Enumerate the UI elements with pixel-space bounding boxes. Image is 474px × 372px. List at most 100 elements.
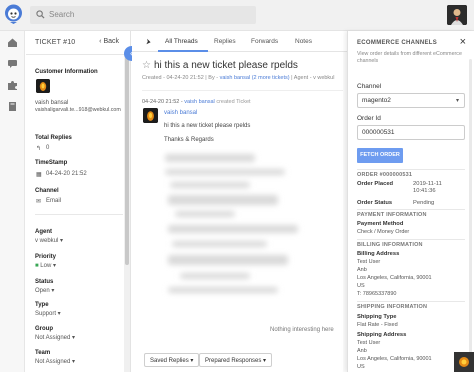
panel-title: ECOMMERCE CHANNELS: [357, 40, 438, 46]
close-icon[interactable]: ×: [460, 36, 466, 48]
payment-heading: PAYMENT INFORMATION: [357, 212, 427, 218]
order-id-input[interactable]: 000000531: [357, 125, 465, 140]
entry-signature: Thanks & Regards: [164, 137, 214, 143]
puzzle-icon[interactable]: [7, 80, 18, 91]
ticket-info-panel: TICKET #10 ‹ Back Customer Information v…: [26, 31, 131, 372]
status-label: Status: [35, 279, 54, 285]
ticket-panel-scrollbar[interactable]: [124, 55, 130, 372]
divider: [142, 90, 347, 91]
meta-more-tickets-link[interactable]: (2 more tickets): [252, 75, 290, 81]
order-placed-date: 2019-11-11: [413, 181, 442, 187]
saved-replies-label: Saved Replies: [150, 358, 189, 364]
shipping-line: US: [357, 364, 365, 370]
group-label: Group: [35, 326, 53, 332]
tab-forwards[interactable]: Forwards: [251, 38, 278, 45]
shipping-heading: SHIPPING INFORMATION: [357, 304, 428, 310]
status-select[interactable]: Open ▾: [35, 287, 54, 294]
total-replies-value: 0: [46, 145, 50, 151]
divider: [357, 169, 465, 170]
entry-message: hi this a new ticket please rpelds: [164, 123, 251, 129]
ticket-panel-header: TICKET #10 ‹ Back: [26, 31, 130, 55]
panel-scrollbar[interactable]: [469, 59, 472, 369]
entry-name[interactable]: vaish bansal: [164, 110, 197, 116]
group-value: Not Assigned: [35, 335, 71, 341]
type-label: Type: [35, 302, 49, 308]
meta-created: Created: [142, 75, 162, 81]
billing-address-label: Billing Address: [357, 251, 400, 257]
type-value: Support: [35, 311, 57, 317]
saved-replies-button[interactable]: Saved Replies ▾: [144, 353, 200, 367]
team-select[interactable]: Not Assigned ▾: [35, 358, 75, 365]
billing-line: Test User: [357, 259, 381, 265]
channel-value: Email: [46, 198, 62, 204]
type-select[interactable]: Support ▾: [35, 310, 61, 317]
payment-method-value: Check / Money Order: [357, 229, 410, 235]
shipping-type-value: Flat Rate - Fixed: [357, 322, 398, 328]
star-icon[interactable]: ☆: [142, 60, 151, 71]
shipping-line: Los Angeles, California, 90001: [357, 356, 432, 362]
priority-select[interactable]: ■ Low ▾: [35, 262, 56, 269]
blurred-content-image: [165, 154, 298, 293]
team-label: Team: [35, 350, 51, 356]
billing-line: T: 78965337890: [357, 291, 397, 297]
book-icon[interactable]: [7, 101, 18, 112]
tab-notes[interactable]: Notes: [295, 38, 312, 45]
timestamp-label: TimeStamp: [35, 160, 68, 166]
fetch-order-button[interactable]: FETCH ORDER: [357, 148, 403, 163]
chat-icon[interactable]: [7, 58, 18, 69]
status-value: Open: [35, 288, 50, 294]
user-avatar[interactable]: [447, 5, 467, 25]
back-button[interactable]: ‹ Back: [99, 38, 119, 45]
pin-icon[interactable]: [145, 38, 152, 45]
divider: [35, 214, 123, 215]
active-tab-indicator: [158, 50, 208, 52]
customer-avatar: [36, 79, 50, 93]
search-placeholder: Search: [49, 10, 75, 19]
tab-all-threads[interactable]: All Threads: [165, 38, 198, 45]
chevron-down-icon: ▾: [455, 98, 459, 104]
back-label: Back: [103, 38, 119, 45]
app-logo-icon[interactable]: [4, 3, 23, 25]
channel-label: Channel: [35, 188, 59, 194]
prepared-responses-label: Prepared Responses: [205, 358, 262, 364]
timestamp-value: 04-24-20 21:52: [46, 171, 87, 177]
order-placed-label: Order Placed: [357, 181, 394, 187]
group-select[interactable]: Not Assigned ▾: [35, 334, 75, 341]
shipping-line: Test User: [357, 340, 381, 346]
calendar-icon: ▦: [36, 172, 42, 178]
ticket-subject: ☆ hi this a new ticket please rpelds: [142, 60, 298, 71]
meta-by: By: [208, 75, 215, 81]
team-value: Not Assigned: [35, 359, 71, 365]
prepared-responses-button[interactable]: Prepared Responses ▾: [199, 353, 273, 367]
meta-date: 04-24-20 21:52: [166, 75, 204, 81]
scrollbar-thumb[interactable]: [125, 55, 129, 265]
search-input[interactable]: Search: [30, 6, 256, 24]
channel-select[interactable]: magento2 ▾: [357, 93, 465, 108]
agent-select[interactable]: v webkul ▾: [35, 237, 63, 244]
tab-replies[interactable]: Replies: [214, 38, 236, 45]
top-bar: Search: [0, 0, 474, 31]
order-status-label: Order Status: [357, 200, 393, 206]
customer-name: vaish bansal: [35, 100, 69, 106]
entry-author[interactable]: vaish bansal: [184, 99, 215, 105]
agent-label: Agent: [35, 229, 52, 235]
ticket-meta: Created - 04-24-20 21:52 | By - vaish ba…: [142, 75, 335, 81]
app-launcher-icon[interactable]: [454, 352, 474, 372]
meta-customer-link[interactable]: vaish bansal: [220, 75, 251, 81]
divider: [357, 209, 465, 210]
reply-icon: ↰: [36, 146, 42, 152]
subject-text: hi this a new ticket please rpelds: [153, 60, 298, 71]
priority-value: Low: [40, 263, 52, 269]
search-icon: [36, 10, 45, 19]
payment-method-label: Payment Method: [357, 221, 404, 227]
billing-heading: BILLING INFORMATION: [357, 242, 423, 248]
empty-state-text: Nothing interesting here: [270, 327, 334, 333]
home-icon[interactable]: [7, 37, 18, 48]
shipping-line: Anb: [357, 348, 367, 354]
left-nav: [0, 31, 25, 372]
billing-line: Los Angeles, California, 90001: [357, 275, 432, 281]
order-status-value: Pending: [413, 200, 435, 206]
thread-area: All Threads Replies Forwards Notes ☆ hi t…: [132, 31, 347, 372]
shipping-type-label: Shipping Type: [357, 314, 397, 320]
channel-select-value: magento2: [362, 97, 391, 104]
